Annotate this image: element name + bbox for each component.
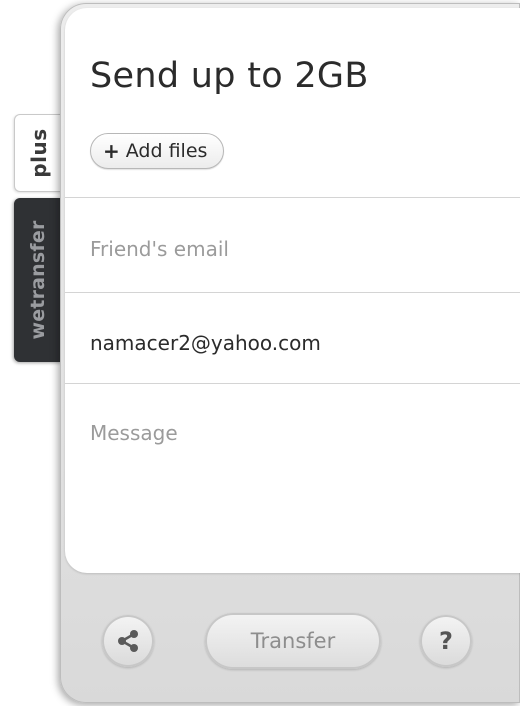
transfer-form: Send up to 2GB + Add files — [65, 8, 520, 573]
divider — [65, 292, 520, 293]
plus-icon: + — [103, 139, 120, 163]
tab-wetransfer-label: wetransfer — [27, 220, 49, 340]
wetransfer-widget: plus wetransfer Send up to 2GB + Add fil… — [0, 0, 520, 706]
tab-wetransfer[interactable]: wetransfer — [14, 198, 62, 362]
help-button[interactable]: ? — [420, 615, 472, 667]
page-title: Send up to 2GB — [90, 56, 369, 96]
add-files-button[interactable]: + Add files — [90, 133, 225, 169]
share-icon — [118, 630, 138, 652]
transfer-panel: Send up to 2GB + Add files Transfer — [60, 3, 520, 703]
share-button[interactable] — [102, 615, 154, 667]
friend-email-input[interactable] — [90, 232, 500, 266]
transfer-button[interactable]: Transfer — [205, 613, 381, 669]
your-email-input[interactable] — [90, 326, 500, 360]
tab-plus[interactable]: plus — [14, 114, 62, 192]
divider — [65, 383, 520, 384]
tab-plus-label: plus — [26, 128, 51, 178]
message-textarea[interactable] — [90, 420, 500, 560]
divider — [65, 197, 520, 198]
help-icon: ? — [439, 627, 453, 655]
add-files-label: Add files — [125, 140, 208, 162]
